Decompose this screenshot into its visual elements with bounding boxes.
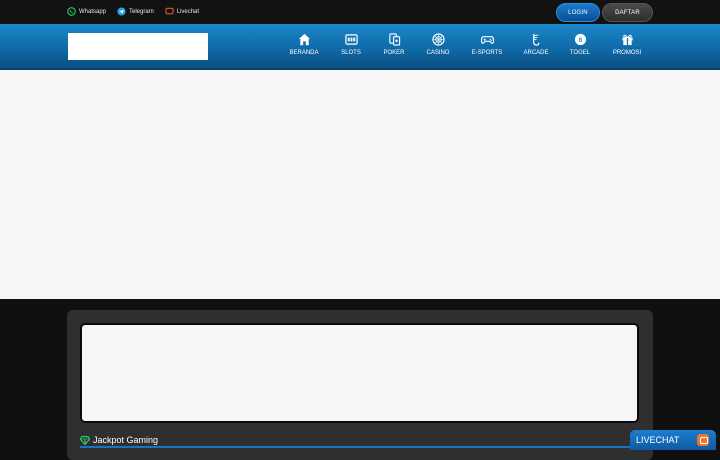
livechat-link[interactable]: Livechat bbox=[165, 7, 199, 16]
whatsapp-label: Whatsapp bbox=[79, 8, 107, 15]
nav-item-beranda[interactable]: BERANDA bbox=[284, 33, 324, 56]
top-bar: Whatsapp Telegram Livechat LOGIN DAFTAR bbox=[0, 0, 720, 24]
jackpot-display bbox=[80, 323, 639, 423]
chat-bubble-icon bbox=[697, 434, 709, 446]
nav-label: TOGEL bbox=[569, 50, 591, 56]
nav-item-arcade[interactable]: ARCADE bbox=[516, 33, 556, 56]
contact-links: Whatsapp Telegram Livechat bbox=[67, 7, 199, 16]
nav-label: BERANDA bbox=[289, 50, 319, 56]
livechat-label: Livechat bbox=[176, 8, 200, 15]
roulette-icon bbox=[431, 33, 445, 46]
livechat-widget[interactable]: LIVECHAT bbox=[630, 430, 716, 450]
hero-banner bbox=[0, 70, 720, 299]
diamond-icon bbox=[80, 435, 90, 445]
main-navbar: BERANDA SLOTS POKER CASINO E-SPORTS ARCA… bbox=[0, 24, 720, 70]
nav-item-casino[interactable]: CASINO bbox=[418, 33, 458, 56]
nav-item-poker[interactable]: POKER bbox=[374, 33, 414, 56]
main-nav: BERANDA SLOTS POKER CASINO E-SPORTS ARCA… bbox=[0, 33, 720, 63]
telegram-label: Telegram bbox=[129, 8, 154, 15]
jackpot-underline bbox=[80, 446, 630, 448]
nav-item-slots[interactable]: SLOTS bbox=[331, 33, 371, 56]
nav-item-esports[interactable]: E-SPORTS bbox=[467, 33, 507, 56]
nav-label: CASINO bbox=[426, 50, 450, 56]
nav-label: POKER bbox=[383, 50, 405, 56]
whatsapp-icon bbox=[67, 7, 76, 16]
nav-item-togel[interactable]: 8 TOGEL bbox=[560, 33, 600, 56]
jackpot-title: Jackpot Gaming bbox=[93, 435, 159, 445]
telegram-icon bbox=[117, 7, 126, 16]
gamepad-icon bbox=[480, 36, 494, 44]
home-icon bbox=[298, 33, 310, 46]
nav-label: E-SPORTS bbox=[471, 50, 503, 56]
daftar-button[interactable]: DAFTAR bbox=[602, 3, 653, 22]
login-button[interactable]: LOGIN bbox=[556, 3, 600, 22]
whatsapp-link[interactable]: Whatsapp bbox=[67, 7, 106, 16]
cards-icon bbox=[388, 33, 400, 46]
livechat-icon bbox=[165, 7, 174, 16]
fishing-icon bbox=[532, 33, 539, 46]
nav-label: PROMOSI bbox=[612, 50, 642, 56]
gift-icon bbox=[621, 34, 633, 46]
svg-text:8: 8 bbox=[578, 36, 582, 44]
lottery-ball-icon: 8 bbox=[574, 33, 586, 46]
jackpot-heading: Jackpot Gaming bbox=[80, 435, 158, 445]
telegram-link[interactable]: Telegram bbox=[117, 7, 154, 16]
nav-label: ARCADE bbox=[523, 50, 549, 56]
slot-machine-icon bbox=[344, 34, 358, 45]
nav-item-promosi[interactable]: PROMOSI bbox=[607, 33, 647, 56]
nav-label: SLOTS bbox=[341, 50, 361, 56]
livechat-widget-label: LIVECHAT bbox=[636, 435, 680, 445]
